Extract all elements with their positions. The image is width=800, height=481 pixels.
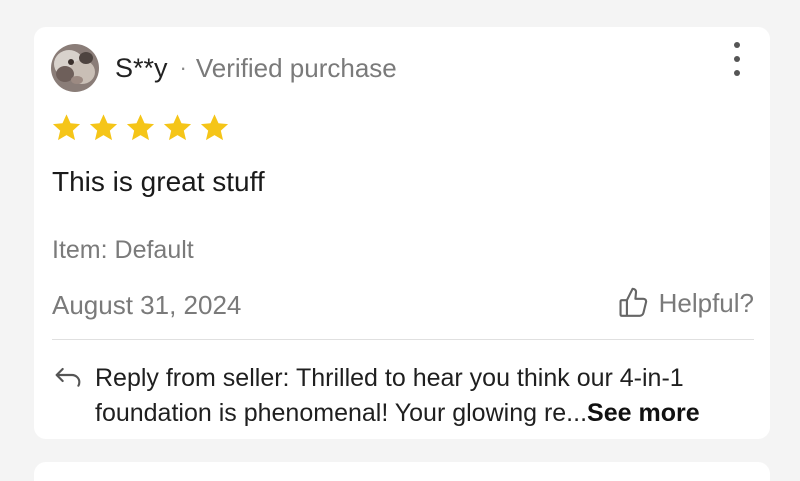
helpful-button[interactable]: Helpful? xyxy=(617,286,754,320)
star-rating xyxy=(51,112,230,143)
review-date: August 31, 2024 xyxy=(52,290,242,320)
menu-dot xyxy=(734,42,740,48)
thumbs-up-icon xyxy=(619,287,647,317)
reviewer-name: S**y xyxy=(115,52,168,83)
star-icon xyxy=(163,114,192,141)
menu-dot xyxy=(734,70,740,76)
star-icon xyxy=(200,114,229,141)
helpful-label: Helpful? xyxy=(658,287,754,318)
next-review-card xyxy=(34,462,770,481)
separator-dot: · xyxy=(179,55,187,80)
star-icon xyxy=(52,114,81,141)
avatar[interactable] xyxy=(51,44,99,92)
review-list: S**y · Verified purchase This is great s… xyxy=(0,0,800,481)
see-more-link[interactable]: See more xyxy=(587,399,700,427)
seller-reply-text: Reply from seller: Thrilled to hear you … xyxy=(95,361,752,431)
divider xyxy=(52,339,754,340)
item-variant: Item: Default xyxy=(52,236,194,264)
kebab-menu-icon[interactable] xyxy=(726,42,748,76)
review-card: S**y · Verified purchase This is great s… xyxy=(34,27,770,439)
reply-arrow-icon xyxy=(55,367,81,387)
review-text: This is great stuff xyxy=(52,166,265,197)
avatar-image xyxy=(51,44,99,92)
verified-purchase-label: Verified purchase xyxy=(195,52,397,83)
star-icon xyxy=(126,114,155,141)
star-icon xyxy=(89,114,118,141)
review-header: S**y · Verified purchase xyxy=(51,43,397,93)
seller-reply: Reply from seller: Thrilled to hear you … xyxy=(52,361,752,431)
menu-dot xyxy=(734,56,740,62)
